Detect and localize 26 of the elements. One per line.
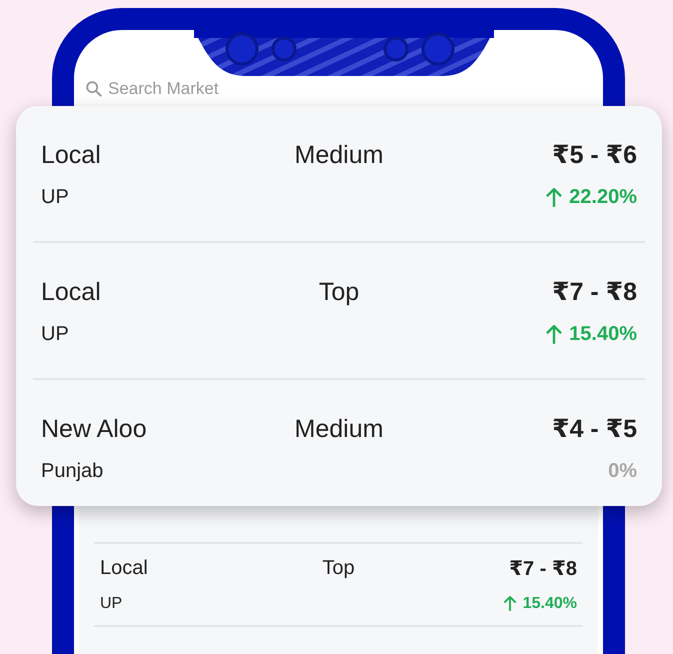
variety-name: Local [100, 557, 148, 580]
price-range: ₹7 - ₹8 [552, 277, 637, 307]
search-icon [86, 81, 102, 97]
grade-label: Medium [294, 414, 384, 444]
percent-change: 0% [608, 460, 637, 483]
price-range: ₹7 - ₹8 [509, 557, 577, 581]
price-range: ₹4 - ₹5 [552, 414, 637, 444]
grade-label: Medium [294, 140, 384, 170]
search-field[interactable]: Search Market [108, 78, 408, 100]
price-range: ₹5 - ₹6 [552, 140, 637, 170]
percent-change: 15.40% [522, 595, 577, 613]
market-row[interactable]: Local Top ₹7 - ₹8 UP 15.40% [33, 243, 645, 378]
grade-label: Top [322, 557, 355, 580]
region-label: UP [100, 595, 122, 613]
variety-name: Local [41, 140, 101, 170]
grade-label: Top [318, 278, 360, 306]
market-row[interactable]: Local Top ₹7 - ₹8 UP 15.40% [94, 544, 583, 625]
percent-change: 22.20% [569, 186, 637, 209]
market-row[interactable]: Local Medium ₹5 - ₹6 UP 22.20% [33, 140, 645, 241]
region-label: UP [41, 323, 69, 346]
region-label: UP [41, 186, 69, 209]
variety-name: Local [41, 278, 101, 306]
variety-name: New Aloo [41, 414, 147, 444]
market-row[interactable]: New Aloo Medium ₹4 - ₹5 Punjab 0% [33, 380, 645, 515]
region-label: Punjab [41, 460, 104, 483]
percent-change: 15.40% [569, 323, 637, 346]
